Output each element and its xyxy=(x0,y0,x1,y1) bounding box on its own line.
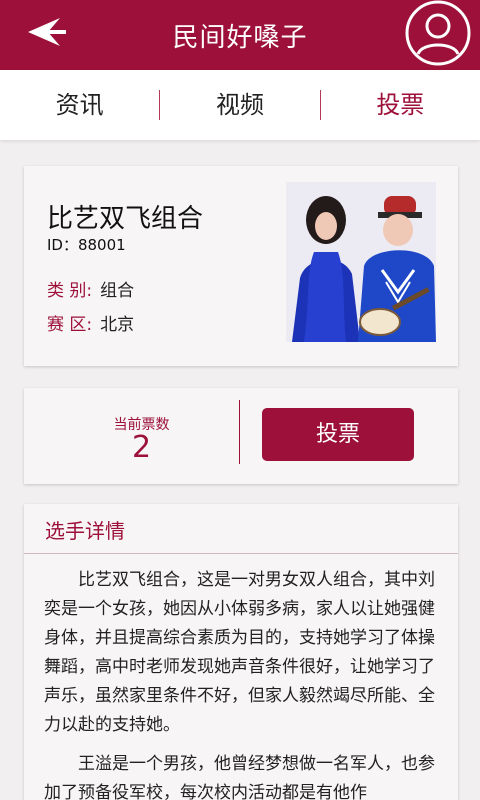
tab-vote[interactable]: 投票 xyxy=(321,70,480,140)
page-title: 民间好嗓子 xyxy=(172,22,308,53)
contestant-id: ID：88001 xyxy=(47,236,126,254)
region-row: 赛 区: 北京 xyxy=(47,310,134,335)
detail-paragraph: 比艺双飞组合，这是一对男女双人组合，其中刘奕是一个女孩，她因从小体弱多病，家人以… xyxy=(44,570,435,735)
contestant-card: 比艺双飞组合 ID：88001 类 别: 组合 赛 区: 北京 xyxy=(24,166,458,366)
back-button[interactable] xyxy=(22,12,72,52)
vote-card: 当前票数 2 投票 xyxy=(24,388,458,484)
category-row: 类 别: 组合 xyxy=(47,276,134,301)
vote-divider xyxy=(239,400,240,464)
app-header: 民间好嗓子 xyxy=(0,0,480,70)
tab-news[interactable]: 资讯 xyxy=(0,70,159,140)
contestant-name: 比艺双飞组合 xyxy=(47,204,204,234)
category-label: 类 别: xyxy=(47,281,93,301)
contestant-photo xyxy=(286,182,436,342)
detail-body: 比艺双飞组合，这是一对男女双人组合，其中刘奕是一个女孩，她因从小体弱多病，家人以… xyxy=(24,554,458,800)
back-arrow-icon xyxy=(28,18,66,46)
region-value: 北京 xyxy=(100,315,135,335)
tab-bar: 资讯 视频 投票 xyxy=(0,70,480,140)
detail-card: 选手详情 比艺双飞组合，这是一对男女双人组合，其中刘奕是一个女孩，她因从小体弱多… xyxy=(24,504,458,800)
vote-button[interactable]: 投票 xyxy=(262,408,414,461)
user-icon xyxy=(405,0,471,66)
vote-count: 2 xyxy=(131,430,152,465)
tab-video[interactable]: 视频 xyxy=(160,70,319,140)
detail-paragraph: 王溢是一个男孩，他曾经梦想做一名军人，也参加了预备役军校，每次校内活动都是有他作 xyxy=(44,754,435,800)
detail-heading: 选手详情 xyxy=(24,504,458,554)
category-value: 组合 xyxy=(100,281,135,301)
user-button[interactable] xyxy=(404,0,474,70)
region-label: 赛 区: xyxy=(47,315,93,335)
